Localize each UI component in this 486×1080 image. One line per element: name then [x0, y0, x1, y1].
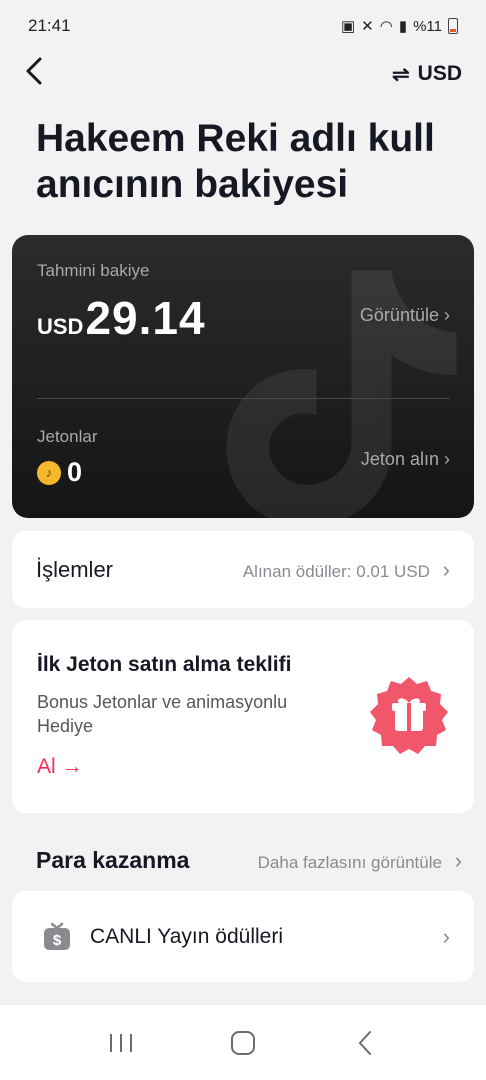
view-balance-label: Görüntüle — [359, 305, 439, 325]
live-rewards-row[interactable]: $ CANLI Yayın ödülleri › — [12, 891, 474, 982]
view-more-label: Daha fazlasını görüntüle — [257, 852, 442, 872]
status-icons: ▣ ✕ ◠ ▮ %11 — [341, 17, 458, 35]
chevron-right-icon: › — [442, 923, 450, 949]
system-nav-bar — [0, 1005, 486, 1080]
system-back-button[interactable] — [345, 1023, 385, 1063]
gift-icon — [370, 677, 448, 754]
back-button[interactable] — [24, 57, 44, 91]
chevron-right-icon: › — [442, 556, 450, 582]
status-time: 21:41 — [28, 16, 71, 35]
top-nav: ⇌ USD — [0, 48, 486, 100]
divider — [37, 398, 450, 399]
balance-value: 29.14 — [85, 292, 206, 344]
back-icon — [358, 1030, 371, 1055]
tv-dollar-icon: $ — [44, 922, 70, 950]
wifi-icon: ◠ — [379, 18, 393, 35]
first-purchase-offer-card[interactable]: İlk Jeton satın alma teklifi Bonus Jeton… — [12, 620, 474, 813]
swap-icon: ⇌ — [392, 62, 410, 86]
currency-switch-button[interactable]: ⇌ USD — [392, 62, 462, 87]
live-rewards-title: CANLI Yayın ödülleri — [90, 924, 283, 948]
home-icon — [231, 1030, 255, 1055]
coins-value: 0 — [67, 457, 83, 487]
balance-card: Tahmini bakiye USD 29.14 Görüntüle › Jet… — [12, 235, 474, 518]
status-bar: 21:41 ▣ ✕ ◠ ▮ %11 — [0, 0, 486, 52]
coin-icon: ♪ — [37, 460, 61, 485]
currency-label: USD — [417, 62, 462, 85]
chevron-right-icon: › — [444, 305, 450, 325]
svg-text:$: $ — [53, 932, 62, 949]
offer-description: Bonus Jetonlar ve animasyonlu Hediye — [37, 692, 288, 736]
chevron-left-icon — [26, 57, 42, 85]
balance-amount: USD 29.14 — [37, 291, 206, 345]
estimated-balance-label: Tahmini bakiye — [37, 261, 150, 280]
mute-icon: ✕ — [361, 18, 374, 35]
transactions-row[interactable]: İşlemler Alınan ödüller: 0.01 USD › — [12, 531, 474, 608]
transactions-title: İşlemler — [36, 556, 114, 582]
view-more-link[interactable]: Daha fazlasını görüntüle › — [258, 848, 462, 874]
battery-label: %11 — [413, 17, 442, 35]
coins-amount: ♪ 0 — [37, 457, 82, 488]
recent-apps-icon — [110, 1033, 132, 1052]
earn-section-header: Para kazanma Daha fazlasını görüntüle › — [36, 847, 462, 874]
home-button[interactable] — [223, 1023, 263, 1063]
page-title: Hakeem Reki adlı kullanıcının bakiyesi — [36, 117, 435, 206]
received-rewards-summary: Alınan ödüller: 0.01 USD › — [243, 557, 450, 583]
buy-coins-link[interactable]: Jeton alın › — [361, 449, 450, 470]
buy-coins-label: Jeton alın — [360, 449, 439, 469]
coins-label: Jetonlar — [37, 427, 98, 446]
lock-icon: ▣ — [340, 18, 356, 35]
received-rewards-text: Alınan ödüller: 0.01 USD — [242, 561, 430, 581]
balance-unit: USD — [37, 314, 84, 339]
offer-get-button[interactable]: Al → — [37, 755, 83, 779]
offer-title: İlk Jeton satın alma teklifi — [37, 653, 292, 676]
signal-icon: ▮ — [398, 18, 408, 35]
battery-icon — [448, 18, 458, 34]
tiktok-logo-watermark — [226, 270, 457, 518]
chevron-right-icon: › — [444, 449, 450, 469]
chevron-right-icon: › — [454, 847, 462, 873]
recent-apps-button[interactable] — [101, 1023, 141, 1063]
view-balance-link[interactable]: Görüntüle › — [360, 305, 450, 326]
earn-title: Para kazanma — [36, 847, 190, 873]
